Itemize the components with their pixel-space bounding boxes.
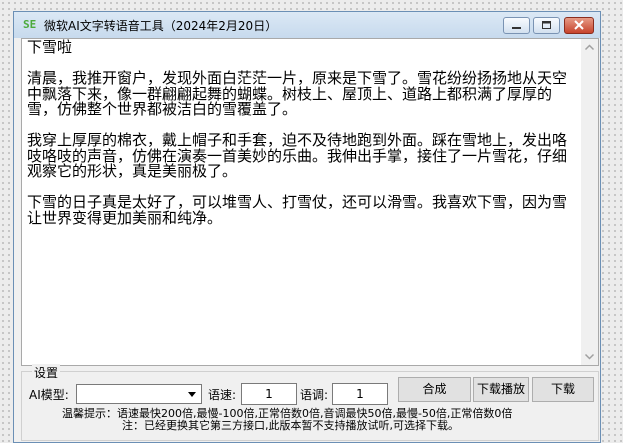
settings-group: 设置 AI模型: 语速: 1 语调: 1 合成 下载播放 下载 温馨提示：语速最… [21,364,599,441]
model-label: AI模型: [29,388,69,402]
download-play-button[interactable]: 下载播放 [473,377,529,402]
note-text: 注：已经更换其它第三方接口,此版本暂不支持播放试听,可选择下载。 [122,419,459,432]
close-button[interactable] [564,17,594,34]
dropdown-arrow-icon[interactable] [184,386,200,402]
text-paragraph: 清晨，我推开窗户，发现外面白茫茫一片，原来是下雪了。雪花纷纷扬扬地从天空中飘落下… [27,69,568,118]
minimize-icon [512,27,521,29]
tone-label: 语调: [300,388,329,402]
window-title: 微软AI文字转语音工具（2024年2月20日） [44,19,278,33]
maximize-button[interactable] [533,17,560,34]
speed-label: 语速: [208,388,237,402]
title-bar[interactable]: SE 微软AI文字转语音工具（2024年2月20日） [14,12,600,38]
vertical-scrollbar[interactable] [581,39,598,365]
settings-group-title: 设置 [32,364,61,381]
speed-input[interactable]: 1 [241,383,297,405]
text-content: 下雪啦 清晨，我推开窗户，发现外面白茫茫一片，原来是下雪了。雪花纷纷扬扬地从天空… [27,38,573,242]
scroll-down-button[interactable] [581,348,598,365]
main-window: SE 微软AI文字转语音工具（2024年2月20日） 下雪啦 清晨，我推开窗户，… [13,11,601,443]
synthesize-button[interactable]: 合成 [398,377,471,402]
text-paragraph: 我穿上厚厚的棉衣，戴上帽子和手套，迫不及待地跑到外面。踩在雪地上，发出咯吱咯吱的… [27,131,568,180]
download-button[interactable]: 下载 [532,377,594,402]
close-icon [574,20,584,30]
chevron-up-icon [584,44,595,51]
app-icon: SE [23,18,37,31]
minimize-button[interactable] [503,17,530,34]
scroll-up-button[interactable] [581,39,598,56]
tone-input[interactable]: 1 [332,383,388,405]
text-paragraph: 下雪的日子真是太好了，可以堆雪人、打雪仗，还可以滑雪。我喜欢下雪，因为雪让世界变… [27,193,568,227]
maximize-icon [542,21,551,29]
model-select[interactable] [76,384,202,404]
text-paragraph: 下雪啦 [27,38,73,56]
chevron-down-icon [584,353,595,360]
text-input-area[interactable]: 下雪啦 清晨，我推开窗户，发现外面白茫茫一片，原来是下雪了。雪花纷纷扬扬地从天空… [21,38,599,366]
